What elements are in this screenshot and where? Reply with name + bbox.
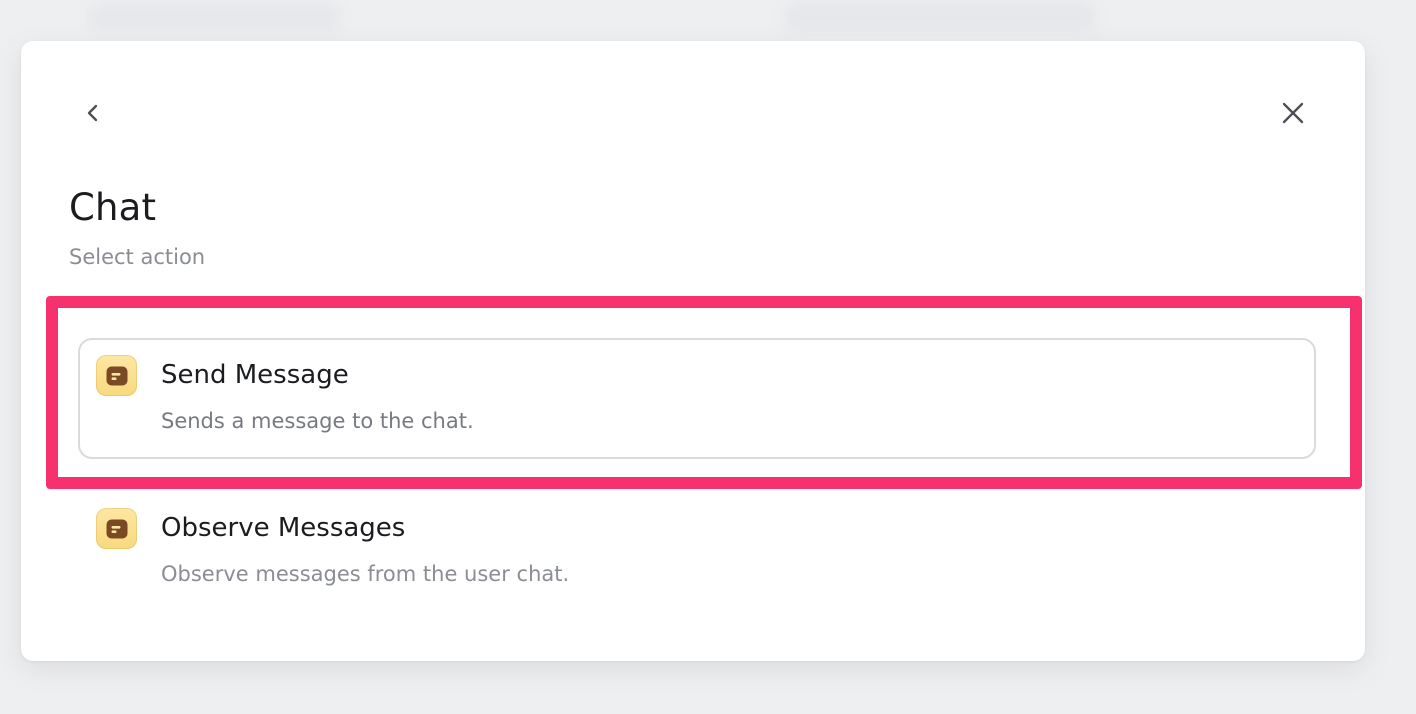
action-observe-messages[interactable]: Observe Messages Observe messages from t… [78, 491, 1316, 612]
action-description: Sends a message to the chat. [161, 409, 474, 433]
close-icon [1282, 102, 1304, 124]
dialog-title: Chat [69, 186, 157, 229]
action-description: Observe messages from the user chat. [161, 562, 570, 586]
select-action-dialog: Chat Select action Send Message Sends a … [21, 41, 1365, 661]
back-button[interactable] [73, 93, 113, 133]
close-button[interactable] [1273, 93, 1313, 133]
background-content [90, 4, 340, 30]
background-content [785, 2, 1095, 32]
action-send-message[interactable]: Send Message Sends a message to the chat… [78, 338, 1316, 459]
chevron-left-icon [87, 104, 98, 122]
chat-app-icon [96, 355, 137, 396]
action-title: Send Message [161, 360, 349, 390]
chat-app-icon [96, 508, 137, 549]
dialog-subtitle: Select action [69, 245, 206, 269]
action-title: Observe Messages [161, 513, 406, 543]
